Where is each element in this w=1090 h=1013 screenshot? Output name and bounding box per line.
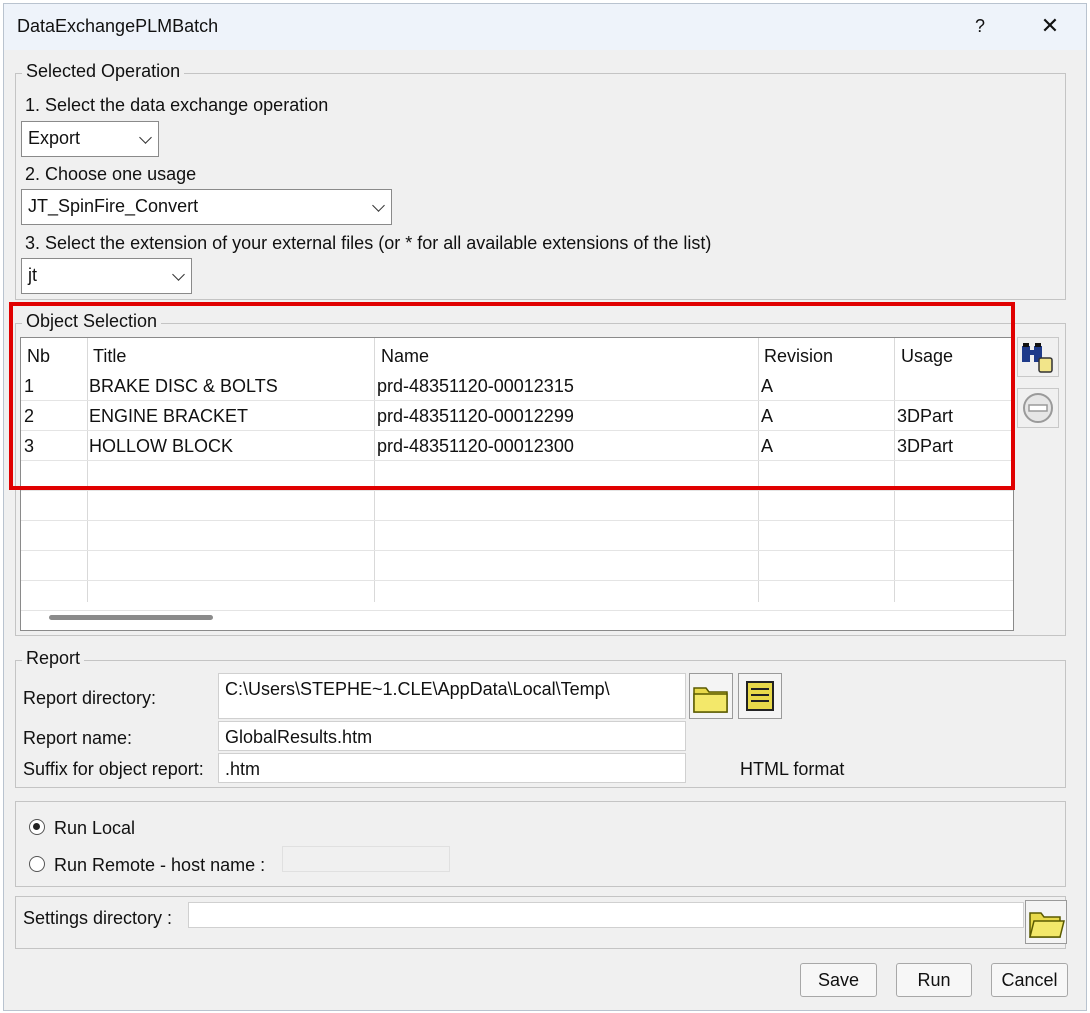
search-objects-button[interactable] <box>1017 337 1059 377</box>
view-report-button[interactable] <box>738 673 782 719</box>
chevron-down-icon <box>372 199 385 212</box>
empty-row <box>21 580 1013 611</box>
save-button[interactable]: Save <box>800 963 877 997</box>
selected-operation-legend: Selected Operation <box>22 61 185 82</box>
usage-value: JT_SpinFire_Convert <box>28 196 199 216</box>
highlight-box <box>9 302 1015 490</box>
remove-object-button[interactable] <box>1017 388 1059 428</box>
operation-dropdown[interactable]: Export <box>21 121 159 157</box>
run-remote-label[interactable]: Run Remote - host name : <box>54 855 265 876</box>
empty-row <box>21 550 1013 581</box>
empty-row <box>21 520 1013 551</box>
cancel-button[interactable]: Cancel <box>991 963 1068 997</box>
report-directory-field[interactable]: C:\Users\STEPHE~1.CLE\AppData\Local\Temp… <box>218 673 686 719</box>
extension-value: jt <box>28 265 37 285</box>
report-name-value: GlobalResults.htm <box>225 727 373 747</box>
extension-dropdown[interactable]: jt <box>21 258 192 294</box>
run-remote-radio[interactable] <box>29 856 45 872</box>
folder-icon <box>693 687 728 713</box>
radio-selected-dot <box>33 823 40 830</box>
chevron-down-icon <box>172 268 185 281</box>
operation-label: 1. Select the data exchange operation <box>25 95 329 115</box>
report-legend: Report <box>22 648 85 669</box>
run-local-label[interactable]: Run Local <box>54 818 135 839</box>
suffix-value: .htm <box>225 759 261 779</box>
settings-directory-field[interactable] <box>188 902 1024 928</box>
open-folder-icon <box>1029 912 1065 938</box>
title-bar: DataExchangePLMBatch ? ✕ <box>4 4 1086 50</box>
browse-report-directory-button[interactable] <box>689 673 733 719</box>
report-directory-label: Report directory: <box>23 688 157 708</box>
horizontal-scrollbar[interactable] <box>49 615 213 620</box>
suffix-label: Suffix for object report: <box>23 759 204 779</box>
minus-circle-icon <box>1023 393 1053 423</box>
scroll-icon <box>746 681 774 711</box>
chevron-down-icon <box>139 131 152 144</box>
report-name-field[interactable]: GlobalResults.htm <box>218 721 686 751</box>
report-name-label: Report name: <box>23 728 133 748</box>
window-title: DataExchangePLMBatch <box>17 16 219 36</box>
extension-label: 3. Select the extension of your external… <box>25 233 712 253</box>
operation-value: Export <box>28 128 81 148</box>
suffix-field[interactable]: .htm <box>218 753 686 783</box>
browse-settings-button[interactable] <box>1025 900 1067 944</box>
html-format-label: HTML format <box>740 759 845 779</box>
run-local-radio[interactable] <box>29 819 45 835</box>
close-button[interactable]: ✕ <box>1034 12 1066 40</box>
remote-host-field[interactable] <box>282 846 450 872</box>
run-button[interactable]: Run <box>896 963 972 997</box>
usage-label: 2. Choose one usage <box>25 164 197 184</box>
binoculars-icon <box>1022 343 1053 373</box>
report-directory-value: C:\Users\STEPHE~1.CLE\AppData\Local\Temp… <box>225 679 610 699</box>
empty-row <box>21 490 1013 521</box>
usage-dropdown[interactable]: JT_SpinFire_Convert <box>21 189 392 225</box>
settings-directory-label: Settings directory : <box>23 908 173 928</box>
help-button[interactable]: ? <box>966 12 994 40</box>
